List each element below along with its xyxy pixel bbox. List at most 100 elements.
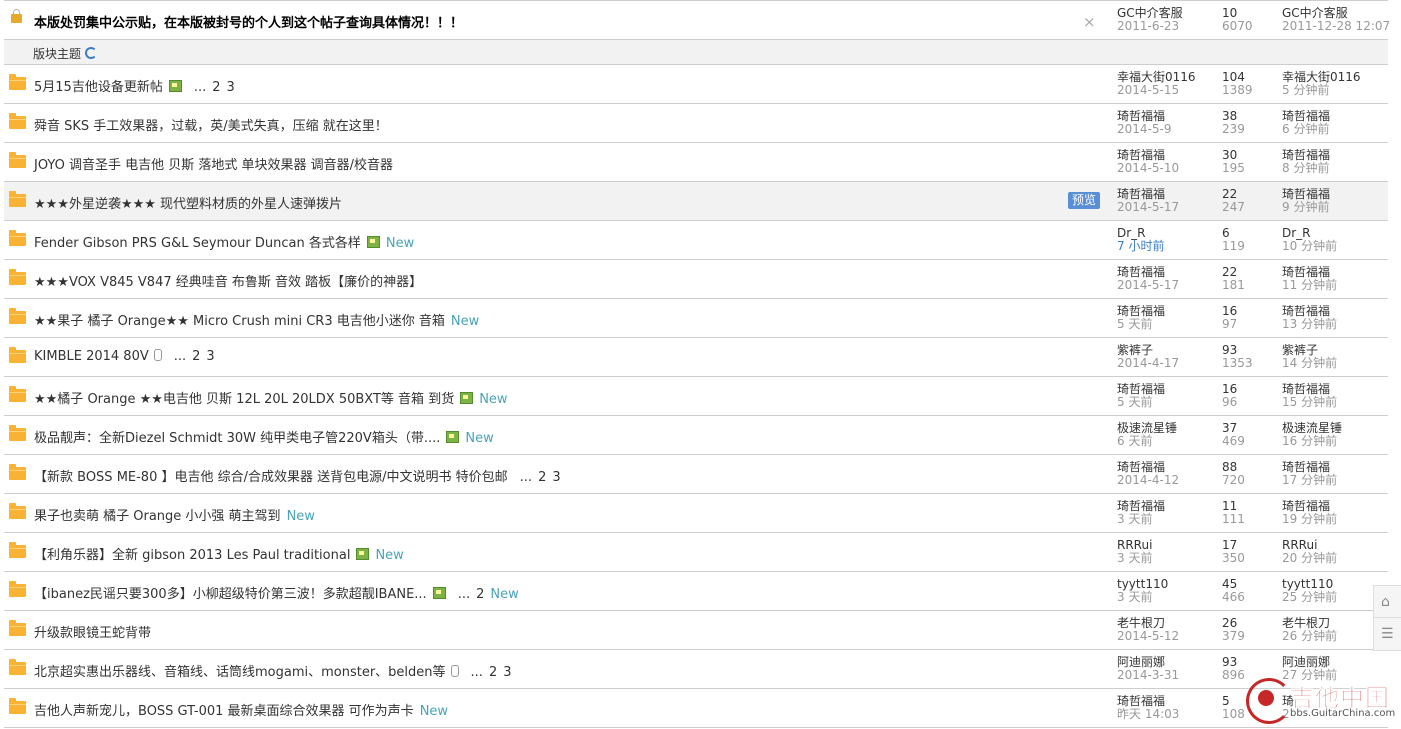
thread-title-wrap: ★★★外星逆袭★★★ 现代塑料材质的外星人速弹拨片	[34, 193, 342, 212]
thread-title[interactable]: JOYO 调音圣手 电吉他 贝斯 落地式 单块效果器 调音器/校音器	[34, 158, 393, 173]
last-post-time[interactable]: 10 分钟前	[1282, 240, 1337, 253]
thread-title[interactable]: 【ibanez民谣只要300多】小柳超级特价第三波！多款超靓IBANE...	[34, 587, 427, 602]
page-link[interactable]: ...	[471, 665, 483, 680]
thread-title-wrap: 极品靓声：全新Diezel Schmidt 30W 纯甲类电子管220V箱头（带…	[34, 427, 494, 446]
last-post-time[interactable]: 26 分钟前	[1282, 630, 1337, 643]
thread-title[interactable]: Fender Gibson PRS G&L Seymour Duncan 各式各…	[34, 236, 361, 251]
page-link[interactable]: 3	[552, 470, 560, 485]
view-count: 379	[1222, 629, 1245, 643]
table-row[interactable]: ★★果子 橘子 Orange★★ Micro Crush mini CR3 电吉…	[4, 299, 1388, 338]
thread-title[interactable]: 【新款 BOSS ME-80 】电吉他 综合/合成效果器 送背包电源/中文说明书…	[34, 470, 508, 485]
table-row[interactable]: Fender Gibson PRS G&L Seymour Duncan 各式各…	[4, 221, 1388, 260]
page-link[interactable]: ...	[458, 587, 470, 602]
post-date: 2014-5-9	[1117, 122, 1172, 136]
last-post-time[interactable]: 14 分钟前	[1282, 357, 1337, 370]
last-post-time[interactable]: 5 分钟前	[1282, 84, 1361, 97]
last-post-time[interactable]: 17 分钟前	[1282, 474, 1337, 487]
refresh-icon[interactable]	[85, 47, 98, 59]
table-row[interactable]: JOYO 调音圣手 电吉他 贝斯 落地式 单块效果器 调音器/校音器 琦哲福福 20…	[4, 143, 1388, 182]
table-row[interactable]: 【ibanez民谣只要300多】小柳超级特价第三波！多款超靓IBANE.....…	[4, 572, 1388, 611]
thread-title[interactable]: 升级款眼镜王蛇背带	[34, 626, 151, 641]
new-badge: New	[465, 431, 494, 446]
table-row[interactable]: 北京超实惠出乐器线、音箱线、话筒线mogami、monster、belden等.…	[4, 650, 1388, 689]
folder-icon	[9, 464, 26, 480]
thread-title[interactable]: ★★橘子 Orange ★★电吉他 贝斯 12L 20L 20LDX 50BXT…	[34, 392, 454, 407]
folder-icon	[9, 620, 26, 636]
thread-title-wrap: 【ibanez民谣只要300多】小柳超级特价第三波！多款超靓IBANE.....…	[34, 583, 519, 602]
last-post-time[interactable]: 6 分钟前	[1282, 123, 1330, 136]
page-link[interactable]: 2	[489, 665, 497, 680]
thread-title-wrap: ★★★VOX V845 V847 经典哇音 布鲁斯 音效 踏板【廉价的神器】	[34, 271, 422, 290]
thread-title[interactable]: ★★★外星逆袭★★★ 现代塑料材质的外星人速弹拨片	[34, 197, 342, 212]
table-row[interactable]: 【利角乐器】全新 gibson 2013 Les Paul traditiona…	[4, 533, 1388, 572]
post-date: 3 天前	[1117, 512, 1153, 526]
thread-title[interactable]: 吉他人声新宠儿，BOSS GT-001 最新桌面综合效果器 可作为声卡	[34, 704, 414, 719]
table-row[interactable]: 极品靓声：全新Diezel Schmidt 30W 纯甲类电子管220V箱头（带…	[4, 416, 1388, 455]
page-link[interactable]: 2	[192, 349, 200, 364]
last-post-time[interactable]: 13 分钟前	[1282, 318, 1337, 331]
thread-title[interactable]: ★★果子 橘子 Orange★★ Micro Crush mini CR3 电吉…	[34, 314, 445, 329]
folder-icon	[9, 542, 26, 558]
table-row-top-post[interactable]: 本版处罚集中公示贴，在本版被封号的个人到这个帖子查询具体情况！！！ × GC中介…	[4, 1, 1390, 40]
last-post-time[interactable]: 25 分钟前	[1282, 591, 1337, 604]
last-post-time[interactable]: 16 分钟前	[1282, 435, 1342, 448]
last-post-time[interactable]: 8 分钟前	[1282, 162, 1330, 175]
thread-counts: 93 896	[1222, 656, 1245, 682]
page-link[interactable]: ...	[520, 470, 532, 485]
page-link[interactable]: 3	[227, 80, 235, 95]
page-link[interactable]: 3	[206, 349, 214, 364]
table-row[interactable]: ★★★外星逆袭★★★ 现代塑料材质的外星人速弹拨片 预览 琦哲福福 2014-5-17…	[4, 182, 1388, 221]
view-count: 896	[1222, 668, 1245, 682]
thread-author: 老牛根刀 2014-5-12	[1117, 617, 1179, 643]
thread-title[interactable]: 果子也卖萌 橘子 Orange 小小强 萌主驾到	[34, 509, 281, 524]
folder-icon	[9, 152, 26, 168]
folder-icon	[9, 74, 26, 90]
thread-title-wrap: 【利角乐器】全新 gibson 2013 Les Paul traditiona…	[34, 544, 404, 563]
table-row[interactable]: 吉他人声新宠儿，BOSS GT-001 最新桌面综合效果器 可作为声卡 New 琦哲…	[4, 689, 1388, 728]
thread-title[interactable]: 本版处罚集中公示贴，在本版被封号的个人到这个帖子查询具体情况！！！	[34, 12, 463, 31]
thread-title[interactable]: KIMBLE 2014 80V	[34, 349, 149, 364]
last-post-time[interactable]: 19 分钟前	[1282, 513, 1337, 526]
post-date: 2014-3-31	[1117, 668, 1180, 682]
table-row[interactable]: ★★橘子 Orange ★★电吉他 贝斯 12L 20L 20LDX 50BXT…	[4, 377, 1388, 416]
post-date: 2014-4-12	[1117, 473, 1180, 487]
thread-title[interactable]: 极品靓声：全新Diezel Schmidt 30W 纯甲类电子管220V箱头（带…	[34, 431, 440, 446]
thread-title-wrap: ★★果子 橘子 Orange★★ Micro Crush mini CR3 电吉…	[34, 310, 479, 329]
table-row[interactable]: 舜音 SKS 手工效果器，过载，英/美式失真，压缩 就在这里！ 琦哲福福 2014-…	[4, 104, 1388, 143]
thread-author: 琦哲福福 昨天 14:03	[1117, 695, 1179, 721]
image-icon	[460, 392, 474, 404]
thread-title[interactable]: 5月15吉他设备更新帖	[34, 80, 163, 95]
page-link[interactable]: 2	[212, 80, 220, 95]
table-row[interactable]: 5月15吉他设备更新帖... 2 3 幸福大街0116 2014-5-15 104 1389…	[4, 65, 1388, 104]
preview-button[interactable]: 预览	[1068, 192, 1100, 209]
list-view-button[interactable]: ☰	[1373, 617, 1401, 651]
thread-title[interactable]: 舜音 SKS 手工效果器，过载，英/美式失真，压缩 就在这里！	[34, 119, 388, 134]
page-link[interactable]: ...	[194, 80, 206, 95]
last-post-time[interactable]: 9 分钟前	[1282, 201, 1330, 214]
section-header: 版块主题	[4, 40, 1388, 65]
page-link[interactable]: ...	[174, 349, 186, 364]
page-link[interactable]: 2	[476, 587, 484, 602]
thread-title-wrap: 升级款眼镜王蛇背带	[34, 622, 151, 641]
last-post-time[interactable]: 2011-12-28 12:07	[1282, 20, 1390, 33]
last-post-time[interactable]: 20 分钟前	[1282, 552, 1337, 565]
last-post-time[interactable]: 15 分钟前	[1282, 396, 1337, 409]
lock-icon	[11, 9, 22, 23]
thread-title[interactable]: 【利角乐器】全新 gibson 2013 Les Paul traditiona…	[34, 548, 350, 563]
image-icon	[446, 431, 460, 443]
table-row[interactable]: 果子也卖萌 橘子 Orange 小小强 萌主驾到 New 琦哲福福 3 天前 11 111…	[4, 494, 1388, 533]
page-link[interactable]: 3	[503, 665, 511, 680]
close-icon[interactable]: ×	[1083, 13, 1096, 31]
thread-title[interactable]: ★★★VOX V845 V847 经典哇音 布鲁斯 音效 踏板【廉价的神器】	[34, 275, 422, 290]
table-row[interactable]: 升级款眼镜王蛇背带 老牛根刀 2014-5-12 26 379 老牛根刀 26 分钟前	[4, 611, 1388, 650]
table-row[interactable]: 【新款 BOSS ME-80 】电吉他 综合/合成效果器 送背包电源/中文说明书…	[4, 455, 1388, 494]
view-count: 6070	[1222, 19, 1253, 33]
thread-author: 琦哲福福 2014-5-10	[1117, 149, 1179, 175]
back-to-top-button[interactable]: ⌂	[1373, 585, 1401, 619]
thread-title[interactable]: 北京超实惠出乐器线、音箱线、话筒线mogami、monster、belden等	[34, 665, 446, 680]
page-link[interactable]: 2	[538, 470, 546, 485]
last-post-time[interactable]: 11 分钟前	[1282, 279, 1337, 292]
table-row[interactable]: KIMBLE 2014 80V... 2 3 紫裤子 2014-4-17 93 1353 紫裤…	[4, 338, 1388, 377]
folder-icon	[9, 659, 26, 675]
table-row[interactable]: ★★★VOX V845 V847 经典哇音 布鲁斯 音效 踏板【廉价的神器】 琦哲…	[4, 260, 1388, 299]
